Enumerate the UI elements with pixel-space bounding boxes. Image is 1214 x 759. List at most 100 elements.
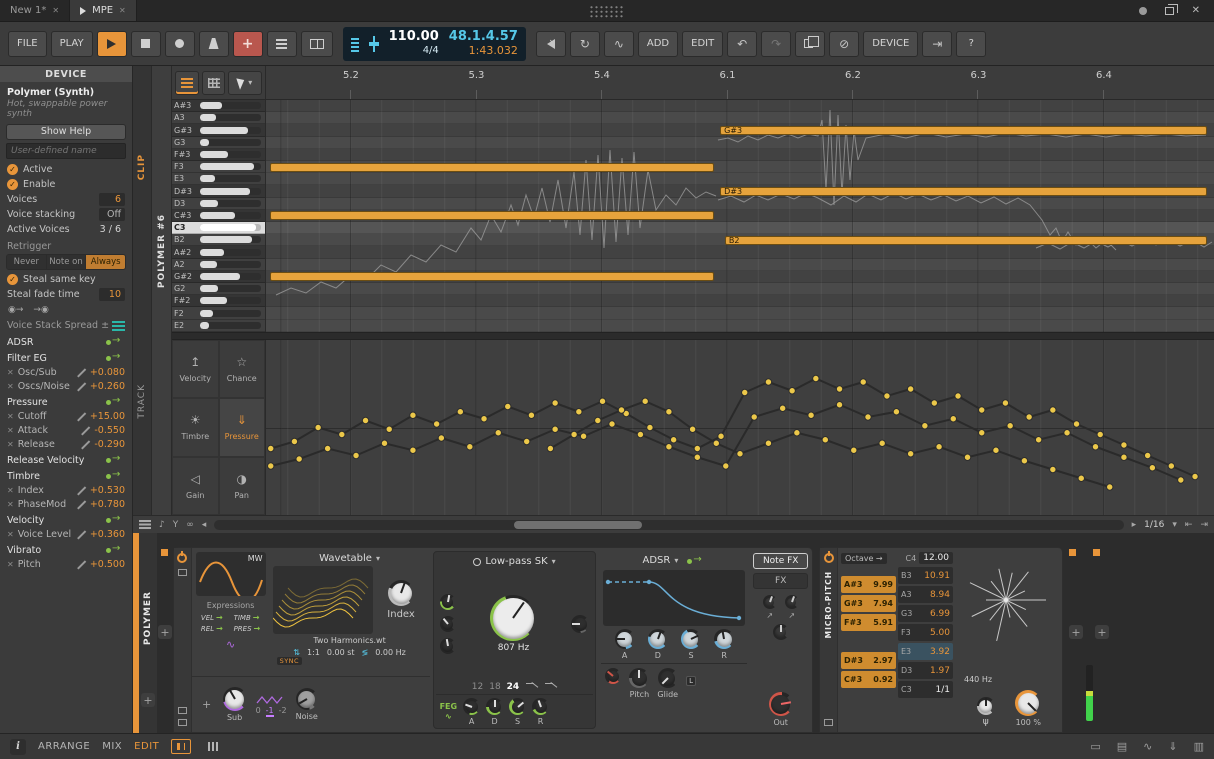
pitch-row-A3[interactable]: A38.94 xyxy=(898,586,953,603)
filter-drive-knob[interactable] xyxy=(440,594,456,610)
play-button[interactable] xyxy=(97,31,127,57)
mod-target-row[interactable]: Cutoff+15.00 xyxy=(0,409,132,423)
mod-amount-icon[interactable] xyxy=(76,381,86,391)
mod-source-row[interactable]: Velocity xyxy=(0,513,132,527)
filter-resonance-knob[interactable] xyxy=(571,615,589,633)
restore-window-button[interactable] xyxy=(1165,7,1174,15)
midi-note-B2[interactable]: B2 xyxy=(725,236,1208,245)
add-device-button[interactable]: + xyxy=(158,625,172,639)
voice-stack-icon[interactable] xyxy=(112,321,125,331)
retrigger-option[interactable]: Note on xyxy=(47,255,87,269)
playhead-time[interactable]: 1:43.032 xyxy=(469,45,518,58)
view-switch[interactable]: MIX xyxy=(102,741,122,752)
note-fx-tab[interactable]: Note FX xyxy=(753,553,808,569)
remove-mod-icon[interactable] xyxy=(7,529,14,540)
filter-env-sustain-knob[interactable] xyxy=(509,698,526,715)
filter-power-icon[interactable] xyxy=(473,558,481,566)
filter-cutoff-value[interactable]: 807 Hz xyxy=(498,643,530,653)
piano-key-F2[interactable]: F2 xyxy=(172,307,265,319)
piano-key-B2[interactable]: B2 xyxy=(172,234,265,246)
fold-keys-icon[interactable]: Y xyxy=(173,520,179,530)
mod-target-row[interactable]: Index+0.530 xyxy=(0,483,132,497)
expression-curve-icon[interactable]: ∿ xyxy=(226,638,235,651)
mod-amount-icon[interactable] xyxy=(76,499,86,509)
expression-lane[interactable] xyxy=(266,340,1214,515)
sync-badge[interactable]: SYNC xyxy=(277,657,303,665)
osc-ratio-value[interactable]: 1:1 xyxy=(307,648,320,657)
focus-device-button[interactable]: ⇥ xyxy=(922,31,952,57)
piano-key-E2[interactable]: E2 xyxy=(172,320,265,332)
display-icon[interactable]: ▭ xyxy=(1090,740,1100,753)
mod-source-row[interactable]: ADSR xyxy=(0,335,132,349)
filter-env-attack-knob[interactable] xyxy=(463,698,480,715)
pitch-row-C3[interactable]: C31/1 xyxy=(898,681,953,698)
tab-close-icon[interactable] xyxy=(119,5,126,16)
add-device-button[interactable]: + xyxy=(1069,625,1083,639)
info-icon[interactable]: i xyxy=(10,739,26,755)
grid-view-button[interactable] xyxy=(202,71,226,95)
note-grid[interactable]: G#3D#3B2 xyxy=(266,100,1214,332)
midi-note-D#3[interactable]: D#3 xyxy=(720,187,1207,196)
steal-fade-value[interactable]: 10 xyxy=(99,288,125,301)
grid-resolution-value[interactable]: 1/16 xyxy=(1144,520,1164,530)
remove-mod-icon[interactable] xyxy=(7,485,14,496)
close-window-button[interactable] xyxy=(1192,5,1200,16)
piano-key-F#3[interactable]: F#3 xyxy=(172,149,265,161)
scroll-right-icon[interactable]: ▸ xyxy=(1132,520,1137,530)
link-icon[interactable]: ∞ xyxy=(186,520,194,530)
sub-octave-option[interactable]: -1 xyxy=(266,706,274,715)
mod-target-row[interactable]: Attack-0.550 xyxy=(0,423,132,437)
tempo-value[interactable]: 110.00 xyxy=(389,30,439,45)
pitch-row-F#3[interactable]: F#35.91 xyxy=(841,614,896,631)
piano-key-A#3[interactable]: A#3 xyxy=(172,100,265,112)
envelope-display[interactable] xyxy=(603,570,745,626)
piano-key-C3[interactable]: C3 xyxy=(172,222,265,234)
expression-lane-button[interactable]: ⇓ Pressure xyxy=(219,398,266,456)
midi-note[interactable] xyxy=(270,272,715,281)
view-switch[interactable]: EDIT xyxy=(134,741,159,752)
voices-value[interactable]: 6 xyxy=(99,193,125,206)
edit-menu-button[interactable]: EDIT xyxy=(682,31,723,57)
zoom-fit-right-icon[interactable]: ⇥ xyxy=(1200,520,1208,530)
audition-icon[interactable]: ♪ xyxy=(159,520,165,530)
clip-name-strip[interactable]: POLYMER #6 xyxy=(152,66,172,533)
remove-mod-icon[interactable] xyxy=(7,439,14,450)
overdub-button[interactable] xyxy=(267,31,297,57)
pitch-row-G#3[interactable]: G#37.94 xyxy=(841,595,896,612)
piano-key-A3[interactable]: A3 xyxy=(172,112,265,124)
add-oscillator-button[interactable]: + xyxy=(200,698,214,712)
velocity-depth-knob[interactable] xyxy=(773,624,789,640)
clip-tab[interactable]: CLIP xyxy=(137,154,147,180)
slope-shape2-icon[interactable] xyxy=(545,683,557,691)
filter-env-release-knob[interactable] xyxy=(532,698,549,715)
mod-target-row[interactable]: Voice Level+0.360 xyxy=(0,527,132,541)
project-tab[interactable]: New 1* xyxy=(0,0,70,21)
undo-button[interactable]: ↶ xyxy=(727,31,757,57)
expression-slot[interactable]: PRES xyxy=(234,624,261,633)
mod-amount-icon[interactable] xyxy=(80,425,90,435)
route-in-icon[interactable]: ◉→ xyxy=(8,305,23,315)
expression-lane-button[interactable]: ☀ Timbre xyxy=(172,398,219,456)
wavetable-file-name[interactable]: Two Harmonics.wt xyxy=(273,636,427,645)
project-tab[interactable]: MPE xyxy=(70,0,137,21)
expression-lane-button[interactable]: ◑ Pan xyxy=(219,457,266,515)
cancel-button[interactable]: ⊘ xyxy=(829,31,859,57)
time-signature[interactable]: 4/4 xyxy=(423,45,439,57)
track-tab[interactable]: TRACK xyxy=(137,384,147,419)
file-menu-button[interactable]: FILE xyxy=(8,31,47,57)
pitch-row-D#3[interactable]: D#32.97 xyxy=(841,652,896,669)
stop-button[interactable] xyxy=(131,31,161,57)
horizontal-scrollbar[interactable] xyxy=(214,520,1123,530)
device-power-icon[interactable] xyxy=(177,553,187,563)
pitch-row-G3[interactable]: G36.99 xyxy=(898,605,953,622)
filter-type-selector[interactable]: Low-pass SK xyxy=(436,554,594,569)
help-button[interactable]: ? xyxy=(956,31,986,57)
sub-octave-option[interactable]: -2 xyxy=(279,706,287,715)
mod-amount-icon[interactable] xyxy=(80,439,90,449)
meter-icon[interactable]: ▥ xyxy=(1194,740,1204,753)
midi-note[interactable] xyxy=(270,211,715,220)
zoom-fit-left-icon[interactable]: ⇤ xyxy=(1185,520,1193,530)
piano-key-D#3[interactable]: D#3 xyxy=(172,185,265,197)
pitch-row-E3[interactable]: E33.92 xyxy=(898,643,953,660)
piano-key-E3[interactable]: E3 xyxy=(172,173,265,185)
